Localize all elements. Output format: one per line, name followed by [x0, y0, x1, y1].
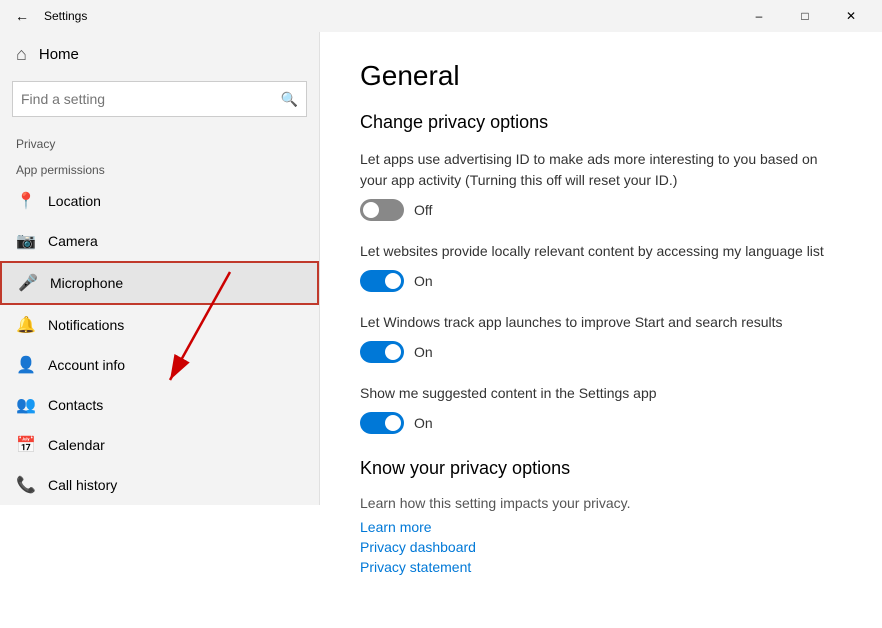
location-icon: 📍 — [16, 191, 36, 211]
sidebar-item-home[interactable]: ⌂ Home — [0, 32, 319, 77]
language-list-toggle-thumb — [385, 273, 401, 289]
calendar-label: Calendar — [48, 437, 105, 453]
track-launches-description: Let Windows track app launches to improv… — [360, 312, 842, 333]
account-icon: 👤 — [16, 355, 36, 375]
advertising-id-state: Off — [414, 202, 432, 218]
advertising-id-toggle-row: Off — [360, 199, 842, 221]
camera-icon: 📷 — [16, 231, 36, 251]
window-controls: – □ ✕ — [736, 0, 874, 32]
location-label: Location — [48, 193, 101, 209]
privacy-section-heading: Know your privacy options — [360, 458, 842, 479]
app-permissions-label: App permissions — [0, 155, 319, 181]
privacy-section-label: Privacy — [0, 129, 319, 155]
contacts-label: Contacts — [48, 397, 103, 413]
content-area: General Change privacy options Let apps … — [320, 32, 882, 628]
advertising-id-toggle[interactable] — [360, 199, 404, 221]
sidebar-wrapper: ⌂ Home 🔍 Privacy App permissions 📍 Locat… — [0, 32, 320, 628]
setting-track-launches: Let Windows track app launches to improv… — [360, 312, 842, 363]
back-button[interactable]: ← — [8, 2, 36, 30]
suggested-content-toggle-thumb — [385, 415, 401, 431]
sidebar-item-contacts[interactable]: 👥 Contacts — [0, 385, 319, 425]
sidebar-item-notifications[interactable]: 🔔 Notifications — [0, 305, 319, 345]
title-bar: ← Settings – □ ✕ — [0, 0, 882, 32]
call-history-icon: 📞 — [16, 475, 36, 495]
track-launches-toggle[interactable] — [360, 341, 404, 363]
account-info-label: Account info — [48, 357, 125, 373]
sidebar: ⌂ Home 🔍 Privacy App permissions 📍 Locat… — [0, 32, 320, 505]
camera-label: Camera — [48, 233, 98, 249]
sidebar-item-call-history[interactable]: 📞 Call history — [0, 465, 319, 505]
track-launches-toggle-row: On — [360, 341, 842, 363]
call-history-label: Call history — [48, 477, 117, 493]
privacy-statement-link[interactable]: Privacy statement — [360, 559, 842, 575]
page-title: General — [360, 60, 842, 92]
sidebar-item-calendar[interactable]: 📅 Calendar — [0, 425, 319, 465]
privacy-section: Know your privacy options Learn how this… — [360, 458, 842, 575]
track-launches-toggle-thumb — [385, 344, 401, 360]
suggested-content-state: On — [414, 415, 433, 431]
microphone-icon: 🎤 — [18, 273, 38, 293]
microphone-label: Microphone — [50, 275, 123, 291]
close-button[interactable]: ✕ — [828, 0, 874, 32]
language-list-description: Let websites provide locally relevant co… — [360, 241, 842, 262]
advertising-id-description: Let apps use advertising ID to make ads … — [360, 149, 842, 191]
notifications-label: Notifications — [48, 317, 124, 333]
language-list-toggle-row: On — [360, 270, 842, 292]
suggested-content-toggle-row: On — [360, 412, 842, 434]
learn-more-link[interactable]: Learn more — [360, 519, 842, 535]
app-title: Settings — [36, 9, 736, 23]
privacy-dashboard-link[interactable]: Privacy dashboard — [360, 539, 842, 555]
track-launches-state: On — [414, 344, 433, 360]
notifications-icon: 🔔 — [16, 315, 36, 335]
maximize-button[interactable]: □ — [782, 0, 828, 32]
sidebar-item-camera[interactable]: 📷 Camera — [0, 221, 319, 261]
suggested-content-toggle[interactable] — [360, 412, 404, 434]
section-heading: Change privacy options — [360, 112, 842, 133]
setting-advertising-id: Let apps use advertising ID to make ads … — [360, 149, 842, 221]
search-icon: 🔍 — [281, 91, 298, 108]
contacts-icon: 👥 — [16, 395, 36, 415]
setting-suggested-content: Show me suggested content in the Setting… — [360, 383, 842, 434]
sidebar-item-microphone[interactable]: 🎤 Microphone — [0, 261, 319, 305]
advertising-id-toggle-thumb — [363, 202, 379, 218]
calendar-icon: 📅 — [16, 435, 36, 455]
search-box[interactable]: 🔍 — [12, 81, 307, 117]
language-list-toggle[interactable] — [360, 270, 404, 292]
language-list-state: On — [414, 273, 433, 289]
setting-language-list: Let websites provide locally relevant co… — [360, 241, 842, 292]
sidebar-item-account-info[interactable]: 👤 Account info — [0, 345, 319, 385]
suggested-content-description: Show me suggested content in the Setting… — [360, 383, 842, 404]
home-icon: ⌂ — [16, 44, 27, 65]
search-input[interactable] — [21, 91, 281, 107]
home-label: Home — [39, 46, 79, 63]
minimize-button[interactable]: – — [736, 0, 782, 32]
privacy-subtitle: Learn how this setting impacts your priv… — [360, 495, 842, 511]
sidebar-item-location[interactable]: 📍 Location — [0, 181, 319, 221]
main-layout: ⌂ Home 🔍 Privacy App permissions 📍 Locat… — [0, 32, 882, 628]
